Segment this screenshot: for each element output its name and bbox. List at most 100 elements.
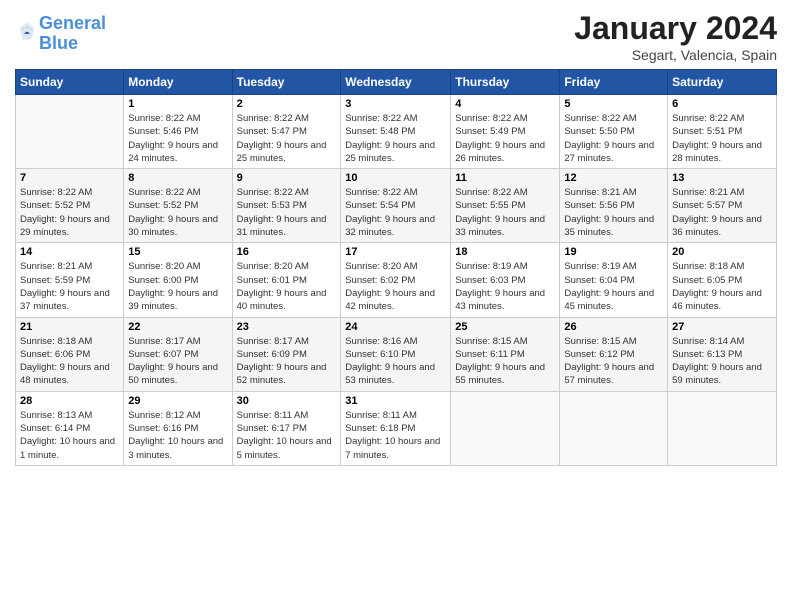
calendar-cell: 21 Sunrise: 8:18 AMSunset: 6:06 PMDayligh… [16, 317, 124, 391]
day-detail: Sunrise: 8:22 AMSunset: 5:55 PMDaylight:… [455, 186, 555, 239]
calendar-cell: 3 Sunrise: 8:22 AMSunset: 5:48 PMDaylight… [341, 95, 451, 169]
header-day-thursday: Thursday [451, 70, 560, 95]
header-day-friday: Friday [560, 70, 668, 95]
calendar-cell: 6 Sunrise: 8:22 AMSunset: 5:51 PMDaylight… [668, 95, 777, 169]
day-number: 25 [455, 321, 555, 333]
day-detail: Sunrise: 8:19 AMSunset: 6:03 PMDaylight:… [455, 260, 555, 313]
day-detail: Sunrise: 8:22 AMSunset: 5:54 PMDaylight:… [345, 186, 446, 239]
location-subtitle: Segart, Valencia, Spain [574, 47, 777, 63]
calendar-cell: 14 Sunrise: 8:21 AMSunset: 5:59 PMDayligh… [16, 243, 124, 317]
day-detail: Sunrise: 8:11 AMSunset: 6:17 PMDaylight:… [237, 409, 337, 462]
day-detail: Sunrise: 8:12 AMSunset: 6:16 PMDaylight:… [128, 409, 227, 462]
day-detail: Sunrise: 8:20 AMSunset: 6:00 PMDaylight:… [128, 260, 227, 313]
title-block: January 2024 Segart, Valencia, Spain [574, 10, 777, 63]
day-number: 12 [564, 172, 663, 184]
calendar-cell: 8Sunrise: 8:22 AMSunset: 5:52 PMDaylight… [124, 169, 232, 243]
header-day-tuesday: Tuesday [232, 70, 341, 95]
day-detail: Sunrise: 8:22 AMSunset: 5:47 PMDaylight:… [237, 112, 337, 165]
header-day-monday: Monday [124, 70, 232, 95]
day-detail: Sunrise: 8:13 AMSunset: 6:14 PMDaylight:… [20, 409, 119, 462]
day-detail: Sunrise: 8:16 AMSunset: 6:10 PMDaylight:… [345, 335, 446, 388]
day-number: 22 [128, 321, 227, 333]
calendar-cell: 26Sunrise: 8:15 AMSunset: 6:12 PMDayligh… [560, 317, 668, 391]
month-title: January 2024 [574, 10, 777, 47]
logo-text: GeneralBlue [39, 14, 106, 54]
header-day-saturday: Saturday [668, 70, 777, 95]
calendar-cell: 18 Sunrise: 8:19 AMSunset: 6:03 PMDayligh… [451, 243, 560, 317]
day-number: 4 [455, 98, 555, 110]
day-detail: Sunrise: 8:17 AMSunset: 6:07 PMDaylight:… [128, 335, 227, 388]
calendar-cell [451, 391, 560, 465]
calendar-cell: 31Sunrise: 8:11 AMSunset: 6:18 PMDayligh… [341, 391, 451, 465]
calendar-week-2: 7 Sunrise: 8:22 AMSunset: 5:52 PMDaylight… [16, 169, 777, 243]
day-detail: Sunrise: 8:20 AMSunset: 6:02 PMDaylight:… [345, 260, 446, 313]
calendar-cell: 11 Sunrise: 8:22 AMSunset: 5:55 PMDayligh… [451, 169, 560, 243]
day-detail: Sunrise: 8:22 AMSunset: 5:53 PMDaylight:… [237, 186, 337, 239]
calendar-cell: 19Sunrise: 8:19 AMSunset: 6:04 PMDayligh… [560, 243, 668, 317]
header-row: SundayMondayTuesdayWednesdayThursdayFrid… [16, 70, 777, 95]
day-detail: Sunrise: 8:22 AMSunset: 5:49 PMDaylight:… [455, 112, 555, 165]
day-number: 6 [672, 98, 772, 110]
day-number: 11 [455, 172, 555, 184]
day-detail: Sunrise: 8:15 AMSunset: 6:11 PMDaylight:… [455, 335, 555, 388]
day-detail: Sunrise: 8:18 AMSunset: 6:06 PMDaylight:… [20, 335, 119, 388]
calendar-cell: 29 Sunrise: 8:12 AMSunset: 6:16 PMDayligh… [124, 391, 232, 465]
calendar-cell: 2Sunrise: 8:22 AMSunset: 5:47 PMDaylight… [232, 95, 341, 169]
day-detail: Sunrise: 8:22 AMSunset: 5:52 PMDaylight:… [128, 186, 227, 239]
day-number: 14 [20, 246, 119, 258]
day-number: 18 [455, 246, 555, 258]
calendar-week-3: 14 Sunrise: 8:21 AMSunset: 5:59 PMDayligh… [16, 243, 777, 317]
calendar-cell [16, 95, 124, 169]
day-detail: Sunrise: 8:21 AMSunset: 5:59 PMDaylight:… [20, 260, 119, 313]
calendar-week-5: 28Sunrise: 8:13 AMSunset: 6:14 PMDayligh… [16, 391, 777, 465]
day-detail: Sunrise: 8:17 AMSunset: 6:09 PMDaylight:… [237, 335, 337, 388]
day-number: 15 [128, 246, 227, 258]
day-number: 19 [564, 246, 663, 258]
day-detail: Sunrise: 8:22 AMSunset: 5:52 PMDaylight:… [20, 186, 119, 239]
calendar-table: SundayMondayTuesdayWednesdayThursdayFrid… [15, 69, 777, 466]
day-number: 7 [20, 172, 119, 184]
calendar-cell: 20Sunrise: 8:18 AMSunset: 6:05 PMDayligh… [668, 243, 777, 317]
day-number: 23 [237, 321, 337, 333]
day-detail: Sunrise: 8:22 AMSunset: 5:51 PMDaylight:… [672, 112, 772, 165]
calendar-cell: 16 Sunrise: 8:20 AMSunset: 6:01 PMDayligh… [232, 243, 341, 317]
day-number: 24 [345, 321, 446, 333]
calendar-cell: 23 Sunrise: 8:17 AMSunset: 6:09 PMDayligh… [232, 317, 341, 391]
page-container: GeneralBlue January 2024 Segart, Valenci… [0, 0, 792, 476]
calendar-cell: 24 Sunrise: 8:16 AMSunset: 6:10 PMDayligh… [341, 317, 451, 391]
day-detail: Sunrise: 8:21 AMSunset: 5:56 PMDaylight:… [564, 186, 663, 239]
calendar-cell: 30 Sunrise: 8:11 AMSunset: 6:17 PMDayligh… [232, 391, 341, 465]
calendar-cell: 25 Sunrise: 8:15 AMSunset: 6:11 PMDayligh… [451, 317, 560, 391]
calendar-cell: 10 Sunrise: 8:22 AMSunset: 5:54 PMDayligh… [341, 169, 451, 243]
day-detail: Sunrise: 8:14 AMSunset: 6:13 PMDaylight:… [672, 335, 772, 388]
header: GeneralBlue January 2024 Segart, Valenci… [15, 10, 777, 63]
day-number: 31 [345, 395, 446, 407]
day-number: 29 [128, 395, 227, 407]
day-number: 3 [345, 98, 446, 110]
logo: GeneralBlue [15, 14, 106, 54]
day-number: 13 [672, 172, 772, 184]
calendar-body: 1Sunrise: 8:22 AMSunset: 5:46 PMDaylight… [16, 95, 777, 466]
calendar-cell: 12 Sunrise: 8:21 AMSunset: 5:56 PMDayligh… [560, 169, 668, 243]
day-number: 27 [672, 321, 772, 333]
day-detail: Sunrise: 8:21 AMSunset: 5:57 PMDaylight:… [672, 186, 772, 239]
day-number: 10 [345, 172, 446, 184]
calendar-cell: 5Sunrise: 8:22 AMSunset: 5:50 PMDaylight… [560, 95, 668, 169]
calendar-week-1: 1Sunrise: 8:22 AMSunset: 5:46 PMDaylight… [16, 95, 777, 169]
day-number: 17 [345, 246, 446, 258]
day-number: 21 [20, 321, 119, 333]
calendar-cell: 9Sunrise: 8:22 AMSunset: 5:53 PMDaylight… [232, 169, 341, 243]
day-number: 30 [237, 395, 337, 407]
day-detail: Sunrise: 8:22 AMSunset: 5:48 PMDaylight:… [345, 112, 446, 165]
calendar-cell: 13 Sunrise: 8:21 AMSunset: 5:57 PMDayligh… [668, 169, 777, 243]
day-detail: Sunrise: 8:15 AMSunset: 6:12 PMDaylight:… [564, 335, 663, 388]
day-number: 16 [237, 246, 337, 258]
calendar-header: SundayMondayTuesdayWednesdayThursdayFrid… [16, 70, 777, 95]
day-number: 5 [564, 98, 663, 110]
calendar-cell [668, 391, 777, 465]
day-number: 20 [672, 246, 772, 258]
day-detail: Sunrise: 8:22 AMSunset: 5:46 PMDaylight:… [128, 112, 227, 165]
day-detail: Sunrise: 8:20 AMSunset: 6:01 PMDaylight:… [237, 260, 337, 313]
calendar-cell [560, 391, 668, 465]
calendar-cell: 28Sunrise: 8:13 AMSunset: 6:14 PMDayligh… [16, 391, 124, 465]
